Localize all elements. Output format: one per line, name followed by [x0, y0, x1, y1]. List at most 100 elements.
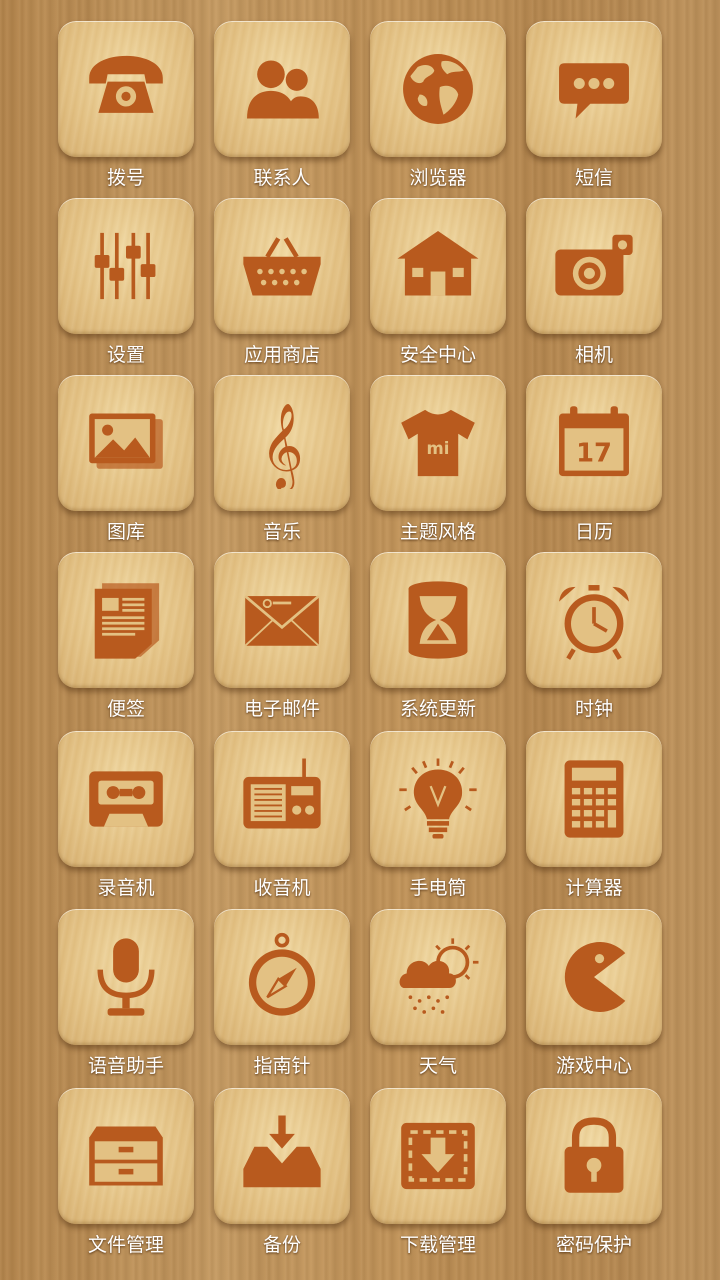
microphone-icon [97, 938, 155, 1016]
app-label: 收音机 [253, 877, 311, 899]
app-tile[interactable] [370, 21, 506, 157]
app-voice-assistant[interactable]: 语音助手 [58, 909, 214, 1087]
app-themes[interactable]: mi 主题风格 [370, 375, 526, 553]
app-label: 系统更新 [399, 698, 476, 720]
app-label: 游戏中心 [555, 1055, 632, 1077]
tshirt-icon: mi [401, 409, 475, 477]
app-tile[interactable] [214, 21, 350, 157]
app-tile[interactable] [58, 1088, 194, 1224]
app-label: 图库 [106, 521, 145, 543]
padlock-icon [564, 1117, 624, 1193]
app-label: 设置 [106, 344, 145, 366]
app-browser[interactable]: 浏览器 [370, 21, 526, 199]
app-tile[interactable] [370, 909, 506, 1045]
gallery-icon [89, 413, 163, 469]
calendar-icon: 17 [559, 406, 629, 477]
phone-icon [89, 55, 163, 113]
app-tile[interactable] [214, 909, 350, 1045]
app-music[interactable]: 𝄞 音乐 [214, 375, 370, 553]
app-label: 密码保护 [555, 1234, 632, 1256]
app-tile[interactable] [370, 198, 506, 334]
app-email[interactable]: 电子邮件 [214, 552, 370, 730]
app-label: 应用商店 [243, 344, 320, 366]
app-label: 天气 [418, 1055, 457, 1077]
app-calendar[interactable]: 17 日历 [526, 375, 682, 553]
app-tile[interactable] [370, 1088, 506, 1224]
camera-icon [555, 234, 633, 296]
app-dialer[interactable]: 拨号 [58, 21, 214, 199]
app-tile[interactable] [370, 552, 506, 688]
app-label: 浏览器 [409, 167, 467, 189]
house-icon [397, 231, 479, 296]
app-tile[interactable]: mi [370, 375, 506, 511]
globe-icon [403, 54, 473, 124]
app-label: 电子邮件 [243, 698, 320, 720]
app-tile[interactable] [58, 198, 194, 334]
sliders-icon [94, 232, 156, 300]
app-label: 便签 [106, 698, 145, 720]
app-label: 指南针 [253, 1055, 311, 1077]
calendar-date-text: 17 [576, 438, 612, 468]
app-flashlight[interactable]: 手电筒 [370, 731, 526, 909]
app-download-manager[interactable]: 下载管理 [370, 1088, 526, 1266]
file-drawer-icon [89, 1126, 163, 1186]
app-clock[interactable]: 时钟 [526, 552, 682, 730]
app-label: 日历 [574, 521, 613, 543]
app-tile[interactable] [214, 552, 350, 688]
app-security-center[interactable]: 安全中心 [370, 198, 526, 376]
app-label: 备份 [262, 1234, 301, 1256]
app-label: 主题风格 [399, 521, 476, 543]
app-tile[interactable]: 𝄞 [214, 375, 350, 511]
envelope-icon [244, 595, 320, 647]
app-settings[interactable]: 设置 [58, 198, 214, 376]
app-tile[interactable] [526, 552, 662, 688]
app-camera[interactable]: 相机 [526, 198, 682, 376]
treble-clef-icon: 𝄞 [260, 404, 304, 489]
app-backup[interactable]: 备份 [214, 1088, 370, 1266]
app-tile[interactable]: 17 [526, 375, 662, 511]
pacman-icon [564, 942, 626, 1012]
app-tile[interactable] [526, 21, 662, 157]
app-tile[interactable] [526, 909, 662, 1045]
app-label: 时钟 [574, 698, 613, 720]
app-weather[interactable]: 天气 [370, 909, 526, 1087]
app-tile[interactable] [58, 552, 194, 688]
app-tile[interactable] [526, 731, 662, 867]
app-tile[interactable] [526, 198, 662, 334]
app-tile[interactable] [526, 1088, 662, 1224]
notes-icon [94, 583, 160, 659]
app-contacts[interactable]: 联系人 [214, 21, 370, 199]
cassette-icon [89, 771, 163, 827]
app-tile[interactable] [58, 909, 194, 1045]
radio-icon [243, 758, 321, 829]
app-notes[interactable]: 便签 [58, 552, 214, 730]
app-store[interactable]: 应用商店 [214, 198, 370, 376]
app-calculator[interactable]: 计算器 [526, 731, 682, 909]
app-tile[interactable] [58, 731, 194, 867]
app-file-manager[interactable]: 文件管理 [58, 1088, 214, 1266]
app-tile[interactable] [58, 375, 194, 511]
app-radio[interactable]: 收音机 [214, 731, 370, 909]
app-password-protection[interactable]: 密码保护 [526, 1088, 682, 1266]
app-tile[interactable] [370, 731, 506, 867]
app-label: 拨号 [106, 167, 145, 189]
app-label: 下载管理 [399, 1234, 476, 1256]
app-compass[interactable]: 指南针 [214, 909, 370, 1087]
app-tile[interactable] [214, 198, 350, 334]
app-label: 相机 [574, 344, 613, 366]
app-label: 文件管理 [87, 1234, 164, 1256]
app-label: 语音助手 [87, 1055, 164, 1077]
app-game-center[interactable]: 游戏中心 [526, 909, 682, 1087]
app-messaging[interactable]: 短信 [526, 21, 682, 199]
weather-icon [399, 938, 479, 1014]
app-tile[interactable] [58, 21, 194, 157]
calculator-icon [564, 760, 624, 838]
home-screen-grid: 拨号 联系人 浏览器 短信 设置 应用商店 安全中心 相机 图库 𝄞 音乐 mi… [0, 0, 720, 1280]
app-label: 安全中心 [399, 344, 476, 366]
app-tile[interactable] [214, 1088, 350, 1224]
app-label: 计算器 [565, 877, 623, 899]
app-tile[interactable] [214, 731, 350, 867]
app-system-update[interactable]: 系统更新 [370, 552, 526, 730]
app-gallery[interactable]: 图库 [58, 375, 214, 553]
app-recorder[interactable]: 录音机 [58, 731, 214, 909]
